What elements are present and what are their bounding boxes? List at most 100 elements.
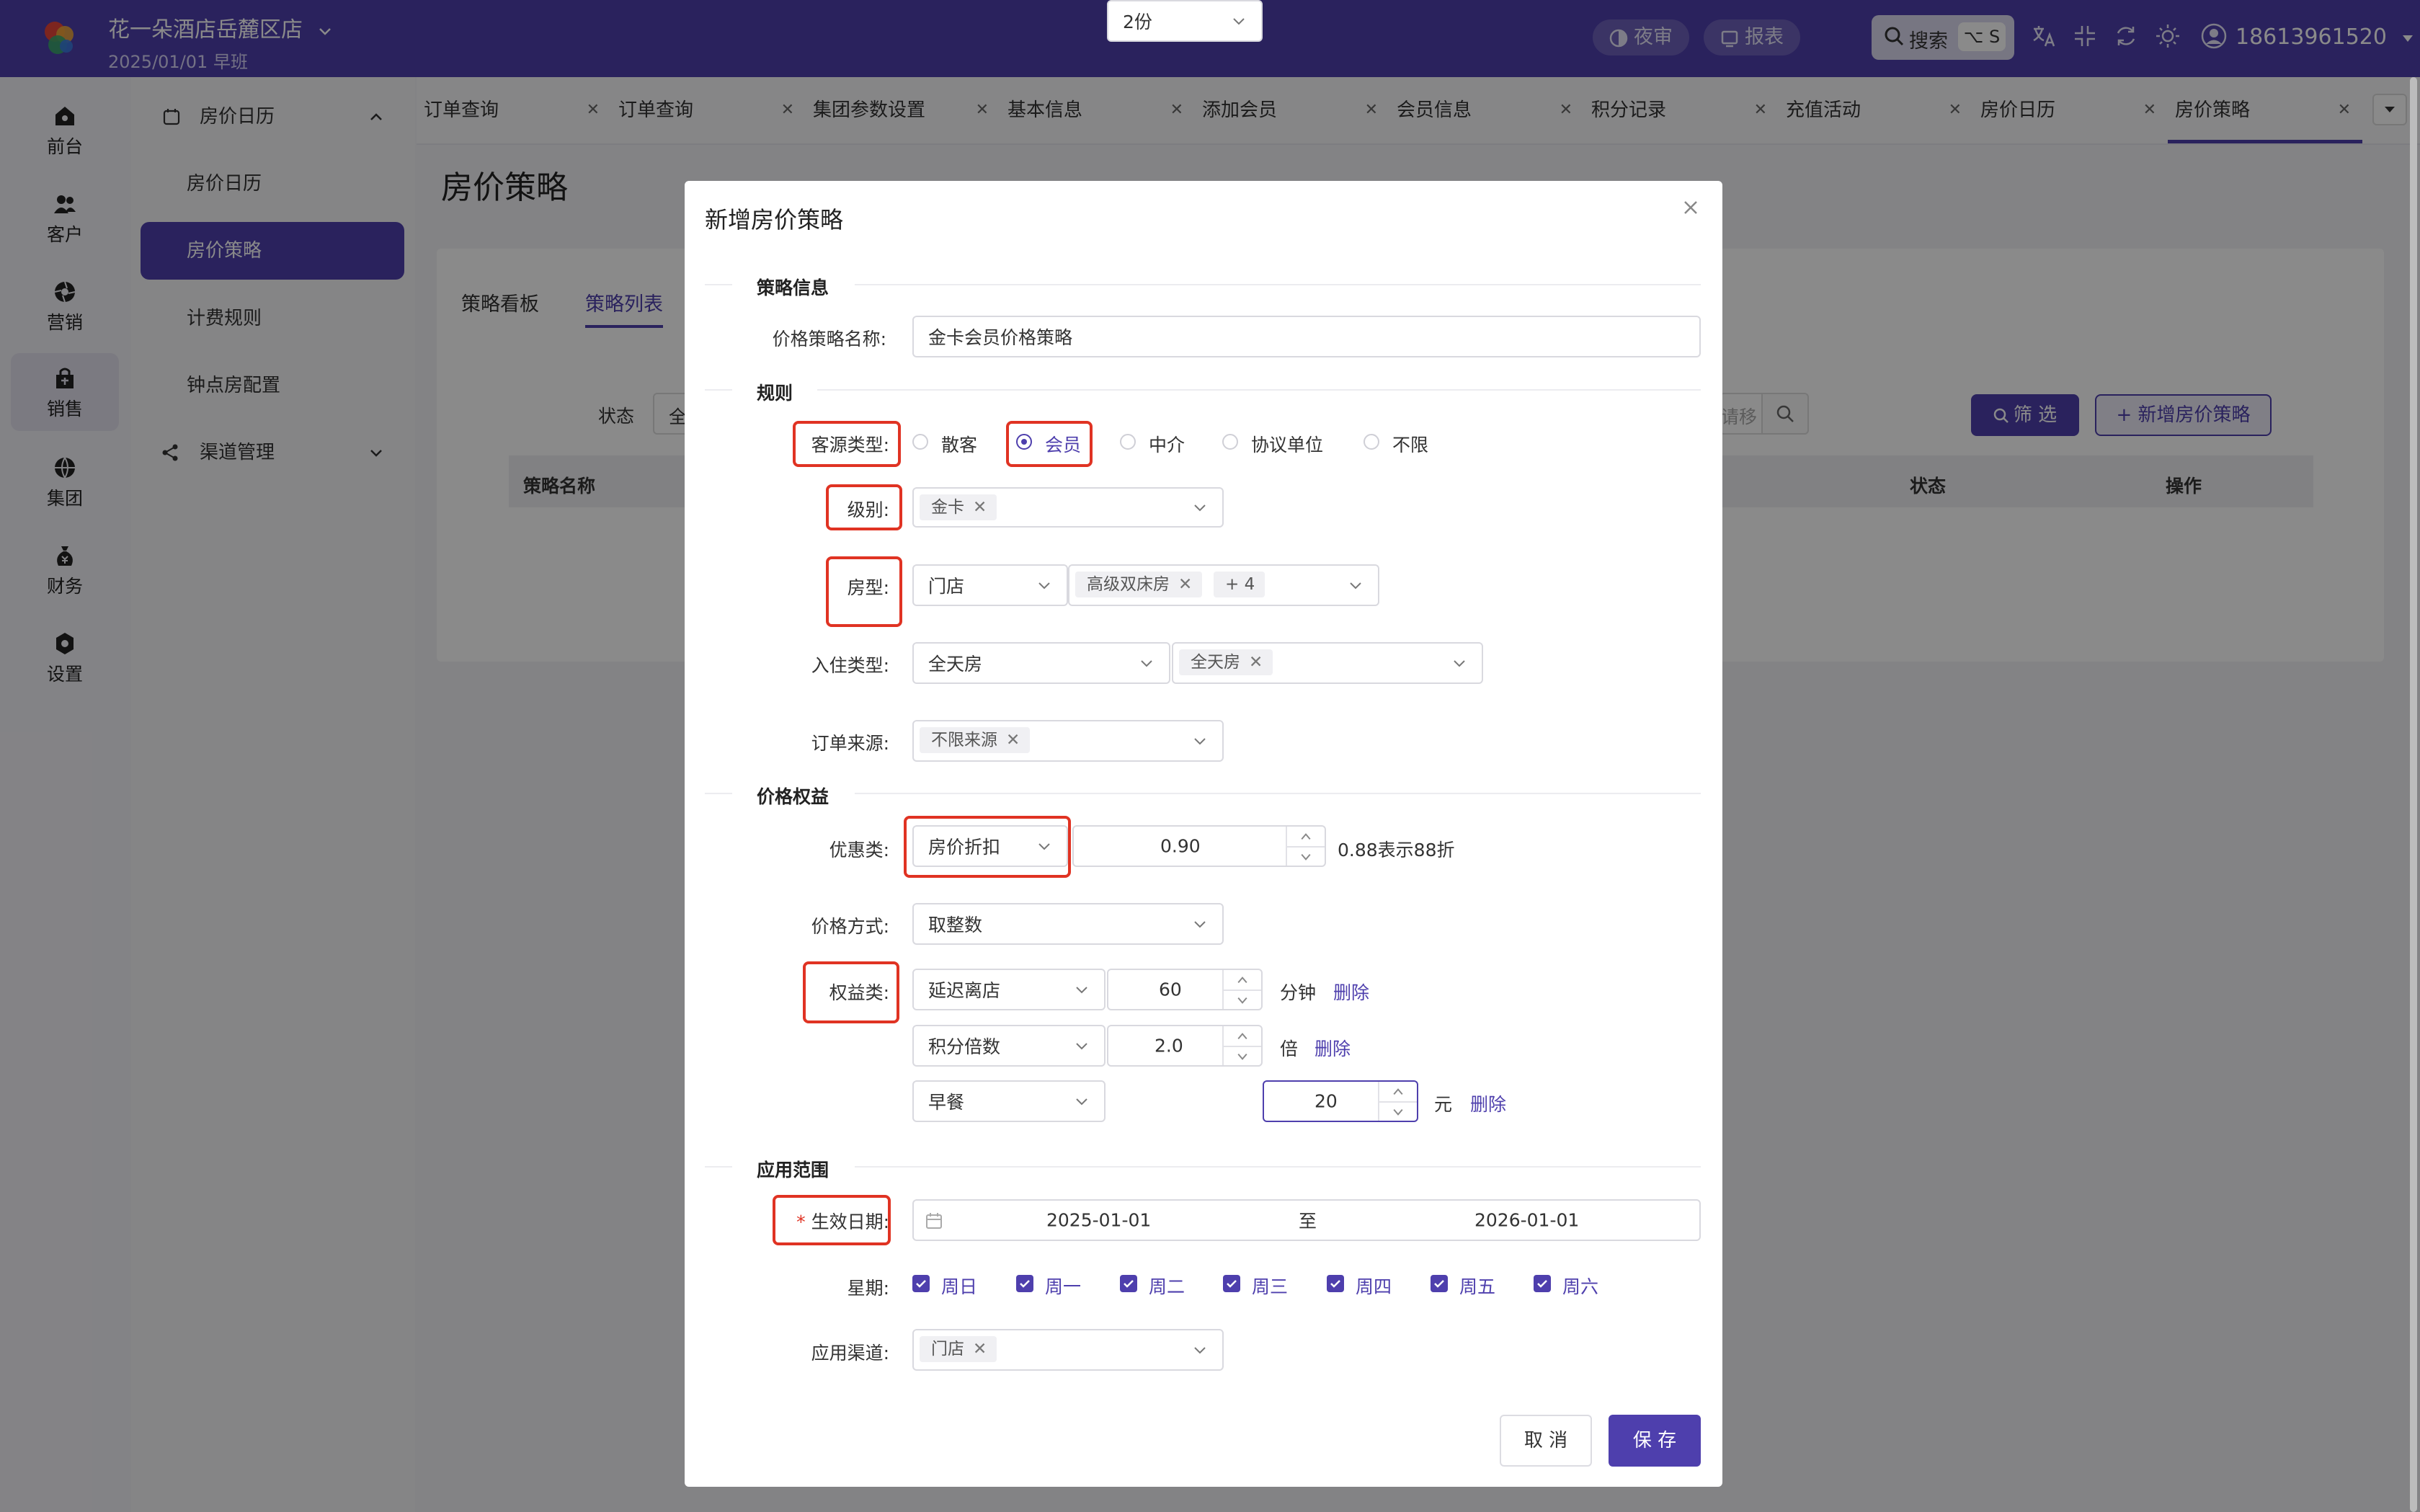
- weekday-label-3[interactable]: 周三: [1252, 1273, 1288, 1299]
- section-divider: [855, 284, 1701, 285]
- tag-remove-icon[interactable]: ✕: [973, 498, 987, 517]
- save-button[interactable]: 保 存: [1609, 1415, 1701, 1467]
- tag-remove-icon[interactable]: ✕: [1178, 575, 1192, 594]
- order-source-tag: 不限来源 ✕: [920, 727, 1031, 753]
- weekday-label-4[interactable]: 周四: [1356, 1273, 1392, 1299]
- weekday-label-0[interactable]: 周日: [941, 1273, 977, 1299]
- checkin-tag: 全天房 ✕: [1179, 649, 1273, 675]
- arrow-up-icon[interactable]: [1224, 970, 1261, 990]
- arrow-down-icon[interactable]: [1379, 1101, 1417, 1122]
- stepper-arrows: [1222, 970, 1261, 1009]
- benefit-value-stepper[interactable]: 2.0: [1107, 1025, 1263, 1067]
- source-type-label: 客源类型:: [811, 435, 889, 455]
- radio-walk-in-label[interactable]: 散客: [941, 431, 977, 457]
- arrow-down-icon[interactable]: [1224, 990, 1261, 1010]
- chevron-down-icon: [1076, 987, 1087, 994]
- chevron-down-icon: [1350, 582, 1361, 590]
- channel-select[interactable]: 门店 ✕: [912, 1329, 1224, 1371]
- date-start[interactable]: 2025-01-01: [1046, 1210, 1151, 1231]
- date-separator: 至: [1299, 1211, 1317, 1232]
- checkin-subtype-select[interactable]: 全天房 ✕: [1172, 642, 1483, 684]
- radio-member[interactable]: [1016, 434, 1032, 450]
- weekday-checkbox[interactable]: [1327, 1275, 1344, 1292]
- arrow-down-icon[interactable]: [1224, 1046, 1261, 1067]
- strategy-name-input[interactable]: 金卡会员价格策略: [912, 316, 1701, 357]
- weekday-checkbox[interactable]: [1534, 1275, 1551, 1292]
- chevron-down-icon: [1194, 504, 1206, 512]
- arrow-down-icon[interactable]: [1287, 846, 1325, 867]
- weekday-label-1[interactable]: 周一: [1045, 1273, 1081, 1299]
- benefit-unit: 倍: [1280, 1039, 1299, 1059]
- delete-benefit-link[interactable]: 删除: [1314, 1035, 1351, 1061]
- section-divider: [705, 1166, 732, 1168]
- radio-unlimited[interactable]: [1364, 434, 1379, 450]
- weekday-checkbox[interactable]: [1016, 1275, 1033, 1292]
- arrow-up-icon[interactable]: [1224, 1026, 1261, 1046]
- weekday-label-5[interactable]: 周五: [1459, 1273, 1495, 1299]
- cancel-button[interactable]: 取 消: [1500, 1415, 1592, 1467]
- effective-date-range[interactable]: 2025-01-01 至 2026-01-01: [912, 1199, 1701, 1241]
- section-divider: [705, 284, 732, 285]
- calendar-icon: [926, 1213, 942, 1229]
- benefit-type-select[interactable]: 延迟离店: [912, 969, 1106, 1010]
- section-info-title: 策略信息: [757, 277, 829, 298]
- section-rules-title: 规则: [757, 383, 793, 404]
- weekday-checkbox[interactable]: [912, 1275, 930, 1292]
- radio-walk-in[interactable]: [912, 434, 928, 450]
- benefit-type-label: 权益类:: [829, 982, 889, 1003]
- section-benefits-title: 价格权益: [757, 786, 829, 807]
- level-tag: 金卡 ✕: [920, 494, 997, 520]
- delete-benefit-link[interactable]: 删除: [1470, 1090, 1506, 1116]
- tag-remove-icon[interactable]: ✕: [1249, 653, 1263, 672]
- radio-unlimited-label[interactable]: 不限: [1392, 431, 1428, 457]
- tag-remove-icon[interactable]: ✕: [1006, 731, 1020, 750]
- discount-value-stepper[interactable]: 0.90: [1072, 825, 1326, 867]
- date-end[interactable]: 2026-01-01: [1474, 1210, 1579, 1231]
- strategy-name-label: 价格策略名称:: [772, 329, 886, 350]
- benefit-type-select[interactable]: 积分倍数: [912, 1025, 1106, 1067]
- radio-agreement[interactable]: [1222, 434, 1238, 450]
- chevron-down-icon: [1141, 660, 1152, 667]
- benefit-value-stepper[interactable]: 60: [1107, 969, 1263, 1010]
- radio-agent-label[interactable]: 中介: [1149, 431, 1185, 457]
- radio-member-label[interactable]: 会员: [1045, 431, 1081, 457]
- section-divider: [855, 1166, 1701, 1168]
- close-icon[interactable]: [1679, 196, 1702, 219]
- room-type-label: 房型:: [847, 577, 889, 598]
- breakfast-portion-select[interactable]: 2份: [1107, 0, 1263, 42]
- stepper-arrows: [1286, 827, 1325, 866]
- check-icon: [1227, 1280, 1237, 1288]
- weekday-checkbox[interactable]: [1120, 1275, 1137, 1292]
- radio-agent[interactable]: [1120, 434, 1136, 450]
- page-scrollbar[interactable]: [2410, 77, 2417, 1512]
- section-divider: [817, 389, 1701, 391]
- price-mode-select[interactable]: 取整数: [912, 903, 1224, 945]
- section-divider: [705, 793, 732, 794]
- weekday-checkbox[interactable]: [1431, 1275, 1448, 1292]
- check-icon: [916, 1280, 926, 1288]
- arrow-up-icon[interactable]: [1379, 1082, 1417, 1101]
- section-scope-title: 应用范围: [757, 1160, 829, 1180]
- room-scope-select[interactable]: 门店: [912, 564, 1068, 606]
- weekday-checkbox[interactable]: [1223, 1275, 1240, 1292]
- room-type-select[interactable]: 高级双床房 ✕ + 4: [1068, 564, 1379, 606]
- radio-agreement-label[interactable]: 协议单位: [1251, 431, 1323, 457]
- checkin-type-select[interactable]: 全天房: [912, 642, 1170, 684]
- chevron-down-icon: [1233, 18, 1245, 25]
- order-source-select[interactable]: 不限来源 ✕: [912, 720, 1224, 762]
- level-label: 级别:: [847, 499, 889, 520]
- delete-benefit-link[interactable]: 删除: [1333, 979, 1369, 1005]
- chevron-down-icon: [1038, 582, 1050, 590]
- weekday-label-2[interactable]: 周二: [1149, 1273, 1185, 1299]
- room-type-tag: 高级双床房 ✕: [1075, 572, 1203, 597]
- weekday-label-6[interactable]: 周六: [1562, 1273, 1598, 1299]
- tag-remove-icon[interactable]: ✕: [973, 1340, 987, 1358]
- level-select[interactable]: 金卡 ✕: [912, 487, 1224, 528]
- benefit-type-select[interactable]: 早餐: [912, 1080, 1106, 1122]
- check-icon: [1537, 1280, 1547, 1288]
- section-divider: [855, 793, 1701, 794]
- arrow-up-icon[interactable]: [1287, 827, 1325, 846]
- breakfast-price-stepper[interactable]: 20: [1263, 1080, 1418, 1122]
- channel-label: 应用渠道:: [811, 1343, 889, 1364]
- order-source-label: 订单来源:: [811, 733, 889, 754]
